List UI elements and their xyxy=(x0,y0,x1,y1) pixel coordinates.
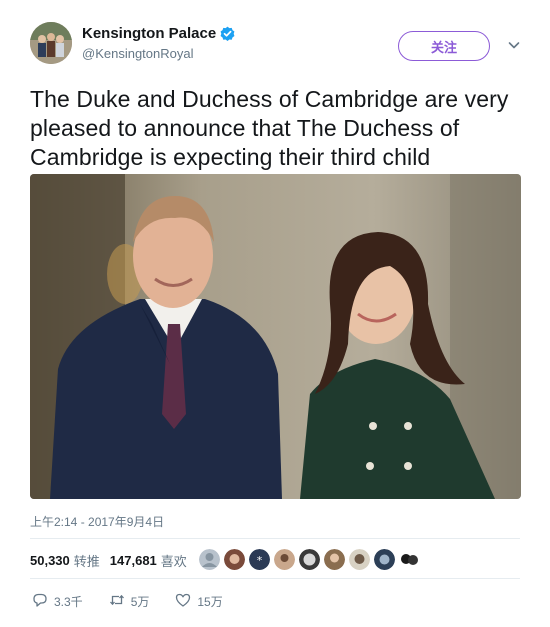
author-avatar[interactable] xyxy=(30,22,72,64)
liker-avatar[interactable] xyxy=(399,549,420,570)
tweet-timestamp[interactable]: 上午2:14 - 2017年9月4日 xyxy=(30,513,164,530)
liker-avatar[interactable] xyxy=(199,549,220,570)
tweet-header: Kensington Palace @KensingtonRoyal 关注 xyxy=(30,22,530,70)
likes-label[interactable]: 喜欢 xyxy=(161,551,187,570)
reply-count: 3.3千 xyxy=(54,595,83,609)
like-button[interactable]: 15万 xyxy=(175,592,223,611)
liker-avatar[interactable] xyxy=(274,549,295,570)
retweet-button[interactable]: 5万 xyxy=(109,592,150,611)
liker-avatar[interactable] xyxy=(324,549,345,570)
author-display-name[interactable]: Kensington Palace xyxy=(82,25,216,42)
tweet-stats: 50,330 转推 147,681 喜欢 xyxy=(30,548,197,572)
liker-avatar[interactable] xyxy=(374,549,395,570)
retweet-icon xyxy=(109,592,125,611)
reply-button[interactable]: 3.3千 xyxy=(32,592,83,611)
retweet-count: 5万 xyxy=(130,595,150,609)
divider xyxy=(30,578,520,579)
follow-button[interactable]: 关注 xyxy=(398,31,490,61)
likes-count[interactable]: 147,681 xyxy=(110,553,157,568)
liker-avatars: * xyxy=(199,549,420,570)
reply-icon xyxy=(32,592,48,611)
author-names: Kensington Palace @KensingtonRoyal xyxy=(82,25,235,61)
liker-avatar[interactable]: * xyxy=(249,549,270,570)
liker-avatar[interactable] xyxy=(349,549,370,570)
tweet-text: The Duke and Duchess of Cambridge are ve… xyxy=(30,86,509,170)
retweets-label[interactable]: 转推 xyxy=(74,551,100,570)
chevron-down-icon[interactable] xyxy=(507,38,521,52)
verified-icon xyxy=(220,26,235,41)
like-count: 15万 xyxy=(197,595,223,609)
svg-text:*: * xyxy=(257,554,263,567)
tweet-photo[interactable] xyxy=(30,174,521,499)
author-handle[interactable]: @KensingtonRoyal xyxy=(82,46,235,61)
heart-icon xyxy=(175,592,191,611)
divider xyxy=(30,538,520,539)
liker-avatar[interactable] xyxy=(224,549,245,570)
liker-avatar[interactable] xyxy=(299,549,320,570)
retweets-count[interactable]: 50,330 xyxy=(30,553,70,568)
tweet-actions: 3.3千 5万 15万 xyxy=(32,592,249,611)
